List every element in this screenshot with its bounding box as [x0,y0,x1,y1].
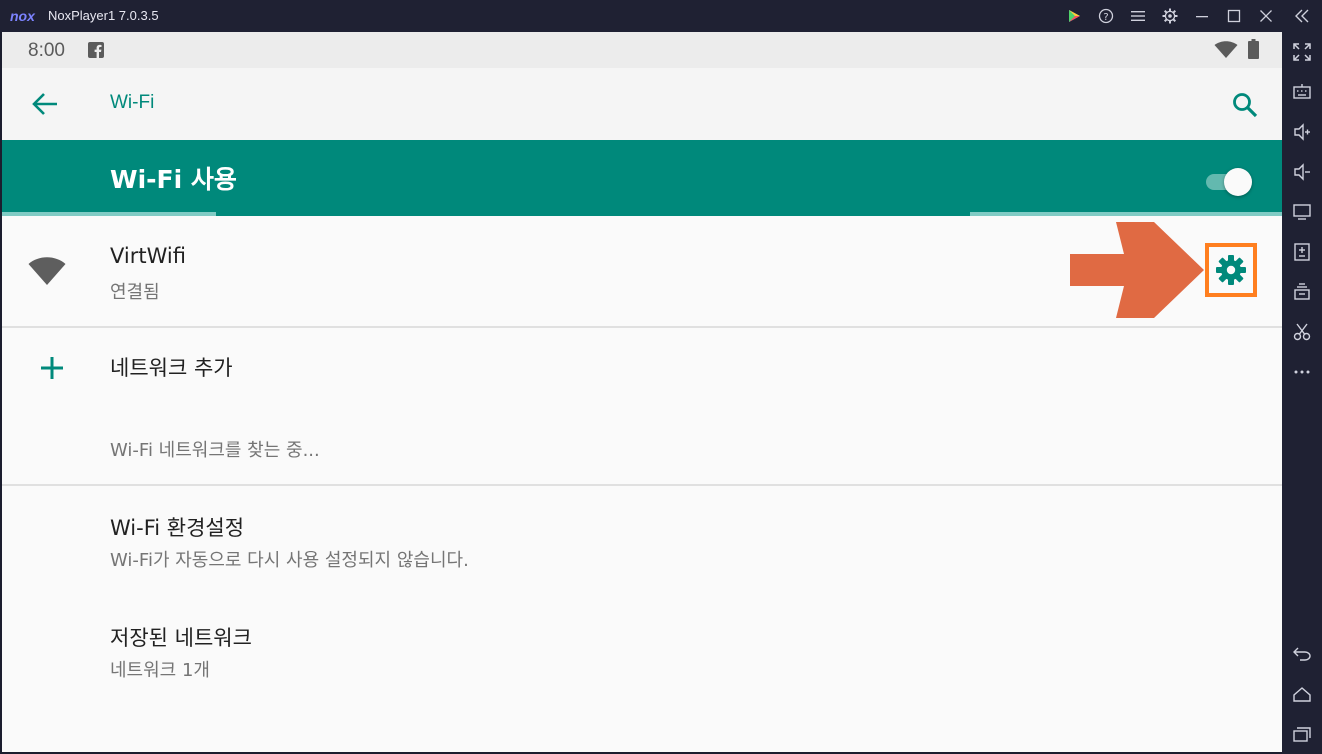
more-icon[interactable] [1290,360,1314,384]
nox-window: nox NoxPlayer1 7.0.3.5 ? 8:00 Wi-Fi Wi-F… [0,0,1322,754]
nav-back-icon[interactable] [1290,642,1314,666]
wifi-preferences-row[interactable]: Wi-Fi 환경설정 Wi-Fi가 자동으로 다시 사용 설정되지 않습니다. [2,486,1282,590]
wifi-master-switch[interactable]: Wi-Fi 사용 [2,140,1282,216]
close-icon[interactable] [1256,6,1276,26]
help-icon[interactable]: ? [1096,6,1116,26]
network-ssid: VirtWifi [110,244,186,268]
add-network-row[interactable]: 네트워크 추가 [2,328,1282,400]
status-bar: 8:00 [2,32,1282,68]
minimize-icon[interactable] [1192,6,1212,26]
saved-networks-summary: 네트워크 1개 [110,660,210,681]
apk-install-icon[interactable] [1290,240,1314,264]
screen-icon[interactable] [1290,200,1314,224]
title-bar: nox NoxPlayer1 7.0.3.5 ? [0,0,1322,32]
volume-up-icon[interactable] [1290,120,1314,144]
keyboard-icon[interactable] [1290,80,1314,104]
svg-text:nox: nox [10,8,36,24]
network-status: 연결됨 [110,282,160,303]
fullscreen-icon[interactable] [1290,40,1314,64]
add-network-label: 네트워크 추가 [110,356,233,380]
play-store-icon[interactable] [1064,6,1084,26]
preferences-title: Wi-Fi 환경설정 [110,516,245,540]
app-bar: Wi-Fi [2,68,1282,140]
saved-networks-row[interactable]: 저장된 네트워크 네트워크 1개 [2,600,1282,704]
collapse-sidebar-icon[interactable] [1292,6,1312,26]
nox-logo: nox [10,8,36,24]
nox-sidebar [1282,32,1322,754]
annotation-arrow [1070,222,1204,318]
status-time: 8:00 [28,40,65,61]
scanning-row: Wi-Fi 네트워크를 찾는 중... [2,400,1282,484]
back-arrow-icon[interactable] [32,92,58,116]
nav-recents-icon[interactable] [1290,722,1314,746]
search-icon[interactable] [1232,92,1258,118]
wifi-signal-icon [28,257,66,285]
volume-down-icon[interactable] [1290,160,1314,184]
menu-icon[interactable] [1128,6,1148,26]
svg-text:?: ? [1103,12,1108,23]
master-switch-label: Wi-Fi 사용 [110,165,237,194]
battery-icon [1248,39,1259,59]
scissors-icon[interactable] [1290,320,1314,344]
scanning-text: Wi-Fi 네트워크를 찾는 중... [110,440,320,461]
preferences-summary: Wi-Fi가 자동으로 다시 사용 설정되지 않습니다. [110,550,469,571]
android-screen: 8:00 Wi-Fi Wi-Fi 사용 VirtWifi 연결됨 네트워크 추가… [2,32,1282,752]
page-title: Wi-Fi [110,92,155,113]
facebook-icon [88,42,104,58]
add-icon [41,357,63,379]
multi-instance-icon[interactable] [1290,280,1314,304]
window-title: NoxPlayer1 7.0.3.5 [48,8,159,23]
status-wifi-icon [1214,41,1238,58]
saved-networks-title: 저장된 네트워크 [110,626,252,650]
maximize-icon[interactable] [1224,6,1244,26]
network-settings-button[interactable] [1205,243,1257,297]
settings-icon[interactable] [1160,6,1180,26]
nav-home-icon[interactable] [1290,682,1314,706]
toggle-thumb [1224,168,1252,196]
gear-icon [1216,255,1246,285]
wifi-toggle[interactable] [1206,167,1254,196]
